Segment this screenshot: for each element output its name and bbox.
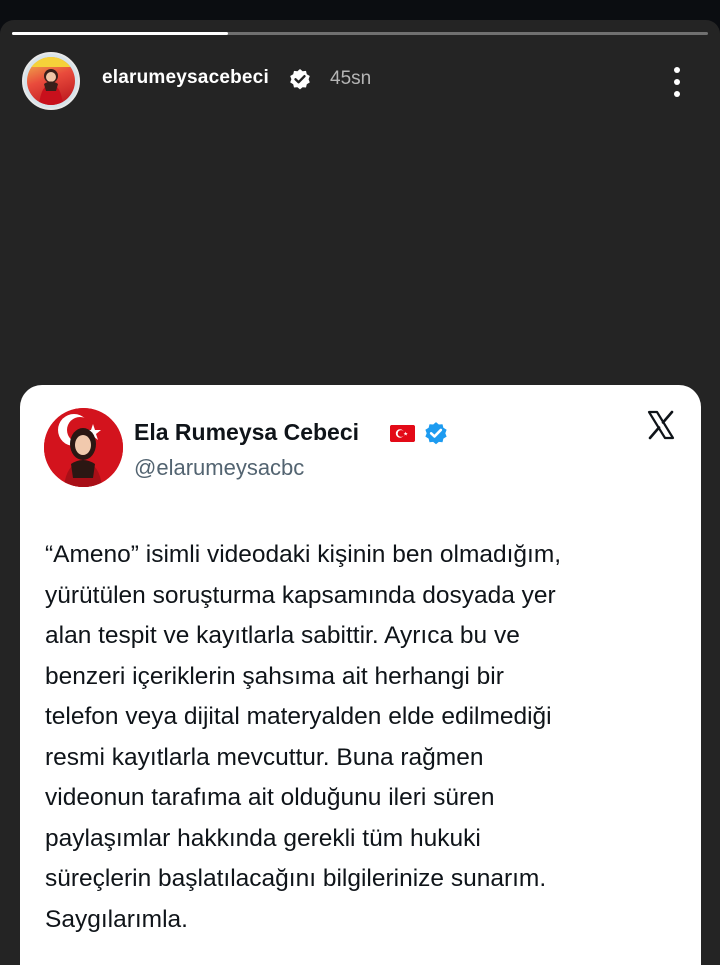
story-progress-bar [12, 32, 708, 35]
story-viewer[interactable]: elarumeysacebeci 45sn Ela Rumeysa Cebeci [0, 20, 720, 965]
avatar-figure-icon [27, 57, 75, 105]
blue-check-icon [425, 422, 447, 445]
story-timestamp: 45sn [330, 68, 372, 89]
post-handle[interactable]: @elarumeysacbc [134, 455, 304, 481]
story-header: elarumeysacebeci 45sn [0, 52, 720, 112]
story-username[interactable]: elarumeysacebeci [102, 67, 269, 89]
turkey-flag-icon [390, 425, 415, 442]
post-text: “Ameno” isimli videodaki kişinin ben olm… [45, 541, 562, 933]
shared-post-card[interactable]: Ela Rumeysa Cebeci @elarumeysacbc “Ameno… [20, 385, 701, 965]
post-avatar[interactable] [44, 408, 123, 487]
story-progress-fill [12, 32, 228, 35]
profile-avatar-image [27, 57, 75, 105]
profile-avatar[interactable] [22, 52, 80, 110]
x-logo-icon[interactable] [646, 410, 676, 440]
verified-badge-icon [290, 69, 310, 90]
more-options-icon[interactable] [664, 64, 690, 98]
post-display-name[interactable]: Ela Rumeysa Cebeci [134, 419, 359, 446]
post-avatar-image [44, 408, 123, 487]
